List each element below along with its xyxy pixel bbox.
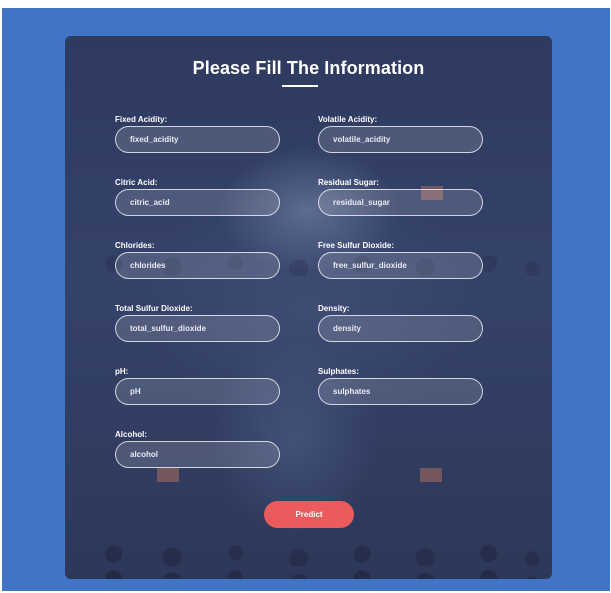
alcohol-label: Alcohol: (115, 430, 147, 439)
free-sulfur-dioxide-label: Free Sulfur Dioxide: (318, 241, 395, 250)
free-sulfur-dioxide-input[interactable] (318, 252, 483, 279)
alcohol-input[interactable] (115, 441, 280, 468)
fixed-acidity-input[interactable] (115, 126, 280, 153)
form-card: Please Fill The Information Fixed Acidit… (65, 36, 552, 579)
citric-acid-label: Citric Acid: (115, 178, 158, 187)
density-input[interactable] (318, 315, 483, 342)
predict-button[interactable]: Predict (264, 501, 354, 528)
residual-sugar-label: Residual Sugar: (318, 178, 379, 187)
total-sulfur-dioxide-label: Total Sulfur Dioxide: (115, 304, 193, 313)
ph-label: pH: (115, 367, 129, 376)
sulphates-label: Sulphates: (318, 367, 359, 376)
sulphates-input[interactable] (318, 378, 483, 405)
page-title: Please Fill The Information (192, 58, 425, 78)
total-sulfur-dioxide-input[interactable] (115, 315, 280, 342)
crowd-flag (157, 468, 179, 482)
crowd-flag (420, 468, 442, 482)
density-label: Density: (318, 304, 350, 313)
crowd-silhouette (65, 531, 552, 579)
residual-sugar-input[interactable] (318, 189, 483, 216)
fixed-acidity-label: Fixed Acidity: (115, 115, 168, 124)
ph-input[interactable] (115, 378, 280, 405)
citric-acid-input[interactable] (115, 189, 280, 216)
volatile-acidity-label: Volatile Acidity: (318, 115, 378, 124)
page-background: Please Fill The Information Fixed Acidit… (2, 8, 610, 591)
chlorides-label: Chlorides: (115, 241, 155, 250)
volatile-acidity-input[interactable] (318, 126, 483, 153)
chlorides-input[interactable] (115, 252, 280, 279)
title-underline (282, 85, 318, 87)
